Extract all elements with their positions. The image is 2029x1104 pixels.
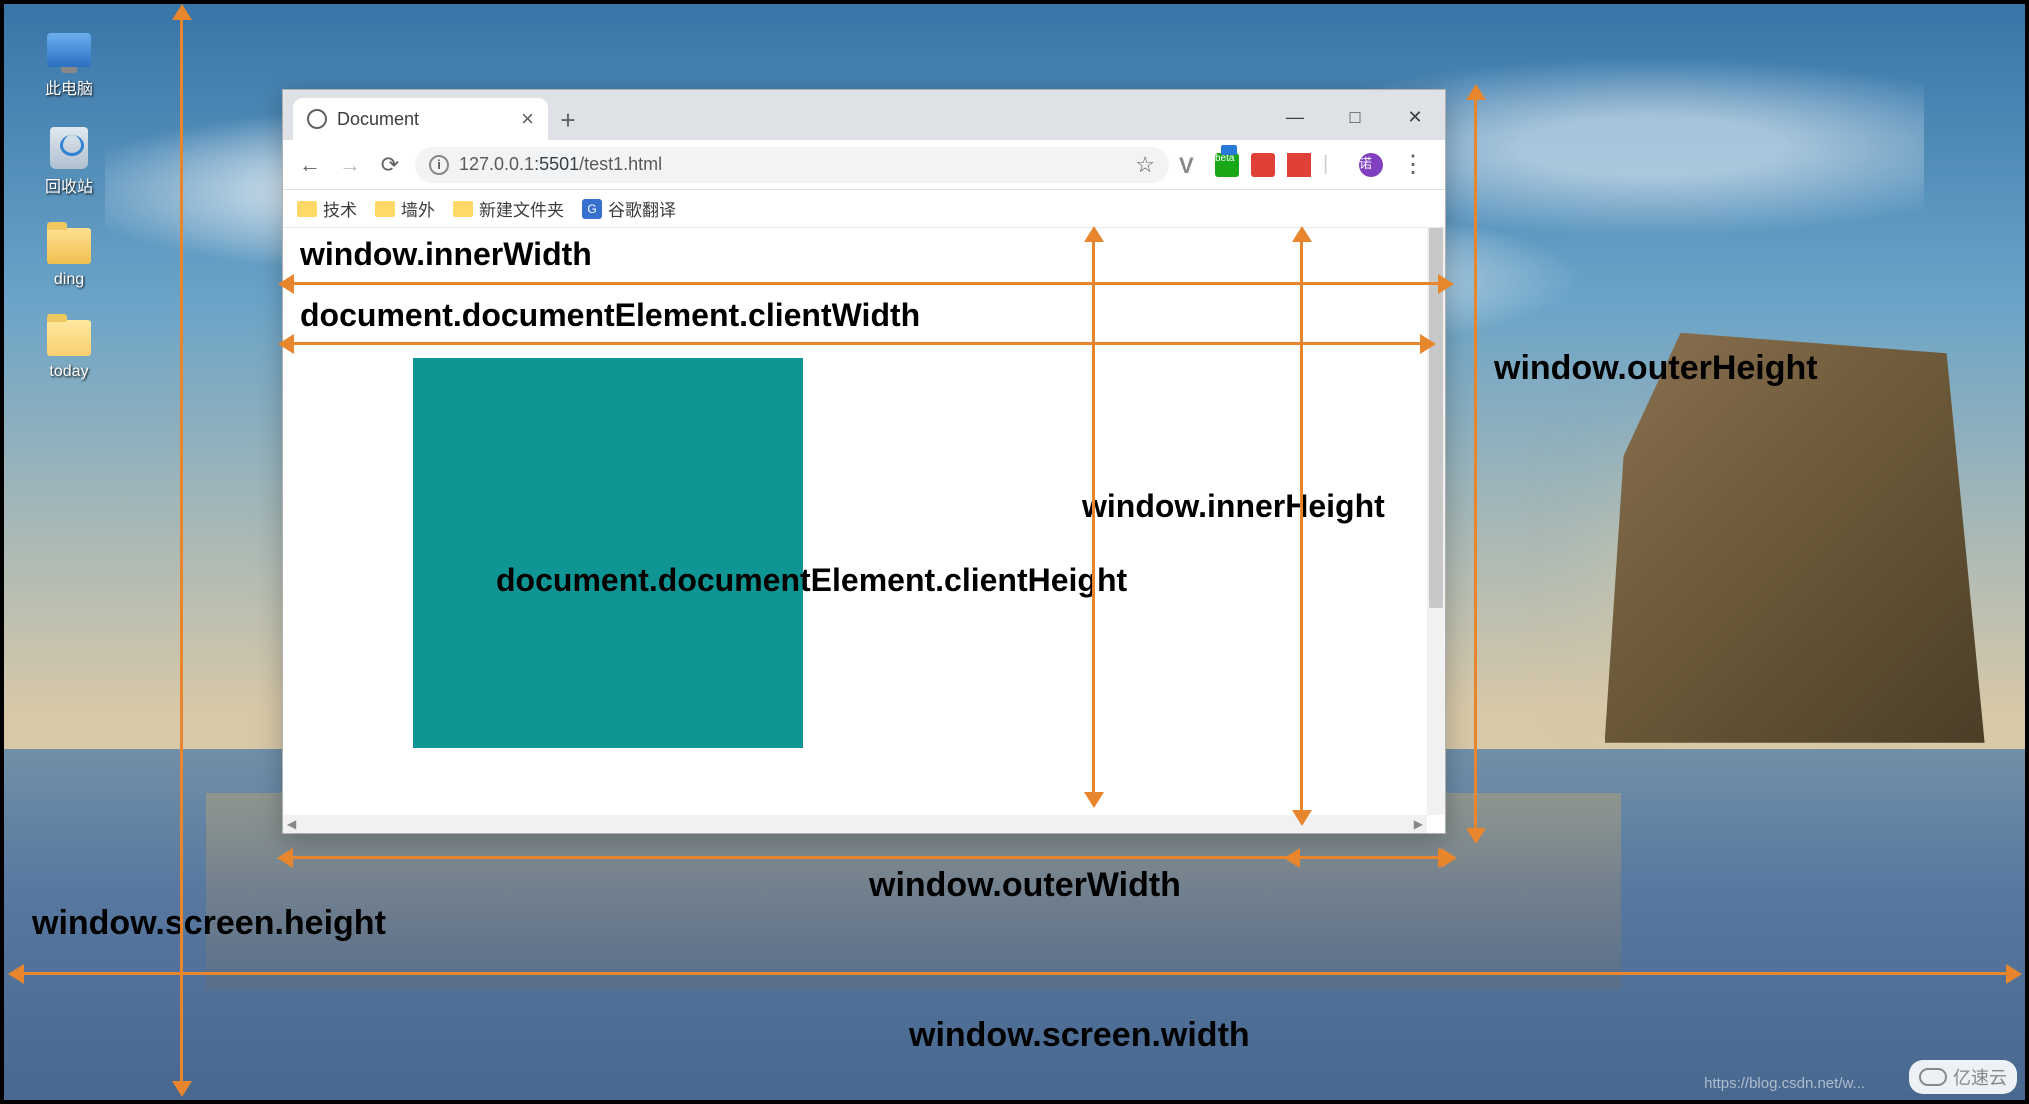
folder-icon <box>47 228 91 264</box>
reload-button[interactable]: ⟳ <box>375 150 405 180</box>
separator: | <box>1323 153 1347 177</box>
icon-label: 回收站 <box>45 173 93 197</box>
cloud-icon <box>1919 1068 1947 1086</box>
url-path: /test1.html <box>579 154 662 174</box>
folder-icon <box>375 201 395 217</box>
desktop-icon-folder-today[interactable]: today <box>34 317 104 381</box>
label-screen-width: window.screen.width <box>909 1016 1250 1055</box>
arrow-client-width <box>288 342 1426 345</box>
url-host: 127.0.0.1 <box>459 154 534 174</box>
back-button[interactable]: ← <box>295 150 325 180</box>
desktop-icons: 此电脑 回收站 ding today <box>34 29 104 381</box>
desktop-icon-this-pc[interactable]: 此电脑 <box>34 29 104 99</box>
label-outer-height: window.outerHeight <box>1494 349 1818 388</box>
bookmark-folder[interactable]: 技术 <box>297 196 357 221</box>
folder-icon <box>453 201 473 217</box>
bookmark-star-icon[interactable]: ☆ <box>1135 152 1155 178</box>
arrow-outer-width <box>287 856 1447 859</box>
browser-titlebar[interactable]: Document × + — □ ✕ <box>283 90 1445 140</box>
label-client-width: document.documentElement.clientWidth <box>300 297 920 334</box>
window-close-button[interactable]: ✕ <box>1385 94 1445 140</box>
tab-close-icon[interactable]: × <box>521 106 534 132</box>
url-port: :5501 <box>534 154 579 174</box>
browser-toolbar: ← → ⟳ i 127.0.0.1:5501/test1.html ☆ V be… <box>283 140 1445 190</box>
arrow-inner-width <box>288 282 1444 285</box>
label-screen-height: window.screen.height <box>32 904 386 943</box>
bookmark-folder[interactable]: 墙外 <box>375 196 435 221</box>
window-maximize-button[interactable]: □ <box>1325 94 1385 140</box>
tab-title: Document <box>337 109 419 130</box>
translate-icon: G <box>582 199 602 219</box>
extension-icons: V beta | 诺 <box>1179 153 1383 177</box>
extension-v-icon[interactable]: V <box>1179 153 1203 177</box>
site-info-icon[interactable]: i <box>429 155 449 175</box>
desktop-icon-folder-ding[interactable]: ding <box>34 225 104 289</box>
arrow-screen-width <box>18 972 2012 975</box>
source-url-watermark: https://blog.csdn.net/w... <box>1704 1075 1865 1092</box>
profile-avatar-icon[interactable]: 诺 <box>1359 153 1383 177</box>
folder-open-icon <box>47 320 91 356</box>
label-inner-height: window.innerHeight <box>1082 488 1385 525</box>
address-bar[interactable]: i 127.0.0.1:5501/test1.html ☆ <box>415 147 1169 183</box>
arrow-client-height <box>1092 236 1095 798</box>
new-tab-button[interactable]: + <box>548 100 588 140</box>
globe-icon <box>307 109 327 129</box>
icon-label: today <box>49 363 88 381</box>
computer-icon <box>47 33 91 67</box>
window-minimize-button[interactable]: — <box>1265 94 1325 140</box>
watermark: 亿速云 <box>1909 1060 2017 1094</box>
scroll-left-icon[interactable]: ◀ <box>287 817 296 831</box>
teal-square <box>413 358 803 748</box>
menu-dots-icon[interactable]: ⋮ <box>1393 150 1433 179</box>
vertical-scrollbar[interactable] <box>1427 228 1445 815</box>
icon-label: ding <box>54 271 84 289</box>
label-client-height: document.documentElement.clientHeight <box>496 562 1127 599</box>
extension-beta-icon[interactable]: beta <box>1215 153 1239 177</box>
arrow-outer-width-notch <box>1294 856 1444 859</box>
folder-icon <box>297 201 317 217</box>
watermark-text: 亿速云 <box>1953 1064 2007 1090</box>
scroll-right-icon[interactable]: ▶ <box>1414 817 1423 831</box>
extension-red-icon[interactable] <box>1287 153 1311 177</box>
horizontal-scrollbar[interactable]: ◀ ▶ <box>283 815 1427 833</box>
recycle-bin-icon <box>50 127 88 169</box>
forward-button[interactable]: → <box>335 150 365 180</box>
bookmark-folder[interactable]: 新建文件夹 <box>453 196 564 221</box>
browser-window: Document × + — □ ✕ ← → ⟳ i 127.0.0.1:550… <box>282 89 1446 834</box>
label-outer-width: window.outerWidth <box>869 866 1181 905</box>
bookmarks-bar: 技术 墙外 新建文件夹 G谷歌翻译 <box>283 190 1445 228</box>
extension-todoist-icon[interactable] <box>1251 153 1275 177</box>
arrow-screen-height <box>180 14 183 1087</box>
browser-tab[interactable]: Document × <box>293 98 548 140</box>
arrow-outer-height <box>1474 94 1477 834</box>
desktop-icon-recycle-bin[interactable]: 回收站 <box>34 127 104 197</box>
label-inner-width: window.innerWidth <box>300 236 592 273</box>
icon-label: 此电脑 <box>45 75 93 99</box>
arrow-inner-height <box>1300 236 1303 816</box>
bookmark-translate[interactable]: G谷歌翻译 <box>582 196 676 221</box>
